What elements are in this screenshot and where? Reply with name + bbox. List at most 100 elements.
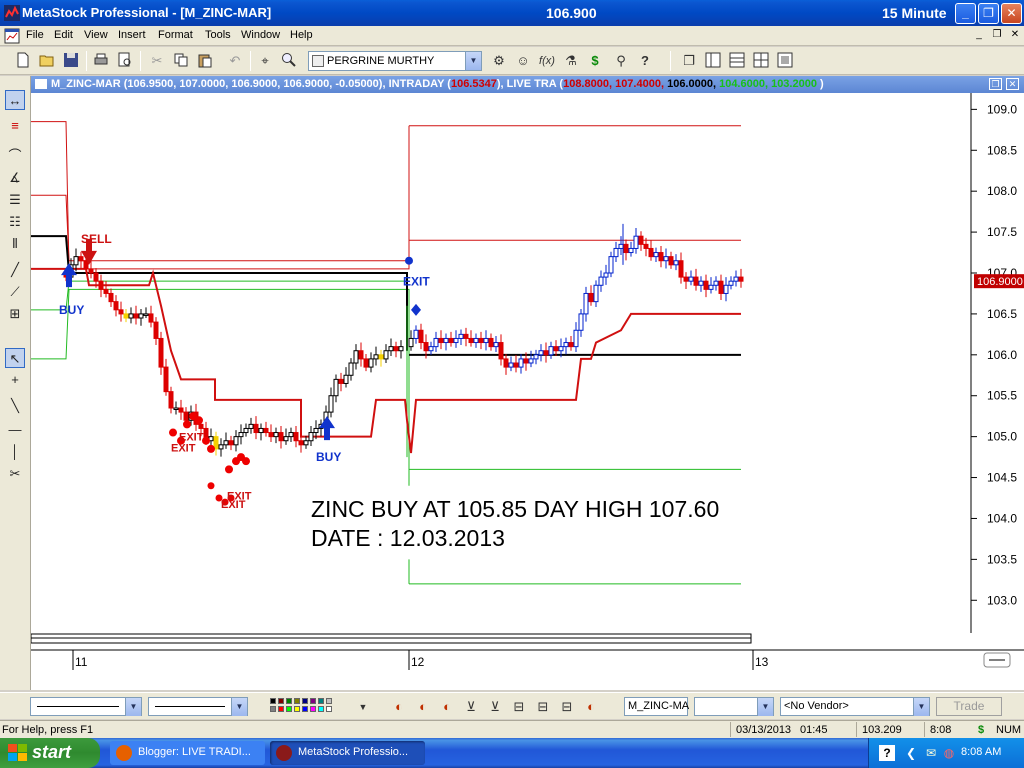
chart-restore-button[interactable]: ❐ (989, 78, 1002, 90)
task-metastock[interactable]: MetaStock Professio... (270, 741, 425, 765)
cycle-lines-tool-icon[interactable]: ⦀ (5, 234, 25, 254)
binoculars-icon[interactable]: ⚲ (612, 52, 630, 70)
security-icon[interactable]: ⚙ (490, 52, 508, 70)
chevron-down-icon[interactable]: ▼ (465, 52, 481, 70)
menu-insert[interactable]: Insert (118, 29, 146, 41)
line-style-select[interactable]: ▼ (30, 697, 142, 716)
inbox-icon[interactable]: ⊻ (462, 698, 480, 716)
flat-line-tool-icon[interactable]: — (5, 420, 25, 440)
title-bar[interactable]: MetaStock Professional - [M_ZINC-MAR] 10… (0, 0, 1024, 26)
tile-grid-icon[interactable] (752, 52, 770, 70)
color-swatch[interactable] (270, 698, 276, 704)
undo-icon[interactable]: ↶ (226, 52, 244, 70)
cut-icon[interactable]: ✂ (148, 52, 166, 70)
layout-icon[interactable] (776, 52, 794, 70)
trade-button[interactable]: Trade (936, 697, 1002, 716)
chevron-down-icon[interactable]: ▼ (757, 698, 773, 716)
color-swatch[interactable] (326, 698, 332, 704)
context-help-icon[interactable]: ? (636, 52, 654, 70)
color-swatch[interactable] (302, 706, 308, 712)
toolbar-toggle-icon[interactable]: ↔ (5, 90, 25, 110)
chevron-down-icon[interactable]: ▼ (231, 698, 247, 716)
palette-dropdown-icon[interactable]: ▼ (354, 698, 372, 716)
expert-advisor-icon[interactable]: ☺ (514, 52, 532, 70)
antivirus-icon[interactable]: ◍ (941, 745, 957, 761)
minimize-button[interactable]: _ (955, 3, 976, 24)
grid-tool-icon[interactable]: ⊞ (5, 304, 25, 324)
symbol-field[interactable]: M_ZINC-MA (624, 697, 689, 716)
price-chart[interactable]: 109.0108.5108.0107.5107.0106.5106.0105.5… (31, 93, 1024, 673)
explorer-icon[interactable]: ⚗ (562, 52, 580, 70)
pane-layout-c-icon[interactable]: ⊟ (558, 698, 576, 716)
menu-format[interactable]: Format (158, 29, 193, 41)
pane-layout-b-icon[interactable]: ⊟ (534, 698, 552, 716)
color-swatch[interactable] (294, 706, 300, 712)
arc-tool-icon[interactable]: ⌒ (5, 146, 25, 166)
fibonacci-tool-icon[interactable]: ☰ (5, 190, 25, 210)
zoom-icon[interactable] (280, 52, 298, 70)
chart-window-icon[interactable] (4, 28, 20, 44)
print-icon[interactable] (92, 52, 110, 70)
new-file-icon[interactable] (14, 52, 32, 70)
tile-vertical-icon[interactable] (704, 52, 722, 70)
start-button[interactable]: start (0, 738, 100, 768)
style-d-icon[interactable]: ◐ (582, 698, 600, 716)
outbox-icon[interactable]: ⊻ (486, 698, 504, 716)
help-tray-icon[interactable]: ? (879, 745, 895, 761)
menu-file[interactable]: File (26, 29, 44, 41)
messenger-icon[interactable]: ✉ (923, 745, 939, 761)
style-b-icon[interactable]: ◐ (414, 698, 432, 716)
expand-tray-icon[interactable]: ❮ (903, 745, 919, 761)
system-tester-icon[interactable]: $ (586, 52, 604, 70)
print-preview-icon[interactable] (116, 52, 134, 70)
color-swatch[interactable] (302, 698, 308, 704)
vertical-line-tool-icon[interactable]: │ (5, 442, 25, 462)
color-swatch[interactable] (278, 698, 284, 704)
data-vendor-select[interactable]: PERGRINE MURTHY ▼ (308, 51, 482, 71)
color-swatch[interactable] (286, 706, 292, 712)
copy-icon[interactable] (172, 52, 190, 70)
color-swatch[interactable] (310, 706, 316, 712)
chart-close-button[interactable]: ✕ (1006, 78, 1019, 90)
open-folder-icon[interactable] (38, 52, 56, 70)
color-swatch[interactable] (326, 706, 332, 712)
speed-lines-tool-icon[interactable]: ⟋ (5, 282, 25, 302)
menu-window[interactable]: Window (241, 29, 280, 41)
mdi-close-button[interactable]: ✕ (1008, 29, 1022, 42)
color-palette[interactable] (270, 698, 354, 714)
pointer-tool-icon[interactable]: ↖ (5, 348, 25, 368)
menu-view[interactable]: View (84, 29, 108, 41)
chart-window[interactable]: M_ZINC-MAR (106.9500, 107.0000, 106.9000… (31, 76, 1024, 690)
color-swatch[interactable] (318, 698, 324, 704)
chevron-down-icon[interactable]: ▼ (913, 698, 929, 716)
cascade-windows-icon[interactable]: ❐ (680, 52, 698, 70)
restore-button[interactable]: ❐ (978, 3, 999, 24)
color-swatch[interactable] (286, 698, 292, 704)
save-icon[interactable] (62, 52, 80, 70)
trendline-tool-icon[interactable]: ╱ (5, 260, 25, 280)
color-swatch[interactable] (294, 698, 300, 704)
mdi-minimize-button[interactable]: _ (972, 29, 986, 42)
menu-help[interactable]: Help (290, 29, 313, 41)
paste-icon[interactable] (196, 52, 214, 70)
tile-horizontal-icon[interactable] (728, 52, 746, 70)
mdi-restore-button[interactable]: ❐ (990, 29, 1004, 42)
close-button[interactable]: ✕ (1001, 3, 1022, 24)
line-weight-select[interactable]: ▼ (148, 697, 248, 716)
color-swatch[interactable] (318, 706, 324, 712)
color-swatch[interactable] (278, 706, 284, 712)
fan-tool-icon[interactable]: ∡ (5, 168, 25, 188)
color-swatch[interactable] (310, 698, 316, 704)
menu-tools[interactable]: Tools (205, 29, 231, 41)
chevron-down-icon[interactable]: ▼ (125, 698, 141, 716)
task-blogger[interactable]: Blogger: LIVE TRADI... (110, 741, 265, 765)
vendor-select[interactable]: <No Vendor> ▼ (780, 697, 930, 716)
cross-tool-icon[interactable]: + (5, 370, 25, 390)
style-c-icon[interactable]: ◐ (438, 698, 456, 716)
color-swatch[interactable] (270, 706, 276, 712)
eraser-tool-icon[interactable]: ✂ (5, 464, 25, 484)
style-a-icon[interactable]: ◐ (390, 698, 408, 716)
retracement-tool-icon[interactable]: ☷ (5, 212, 25, 232)
pane-layout-a-icon[interactable]: ⊟ (510, 698, 528, 716)
menu-edit[interactable]: Edit (54, 29, 73, 41)
